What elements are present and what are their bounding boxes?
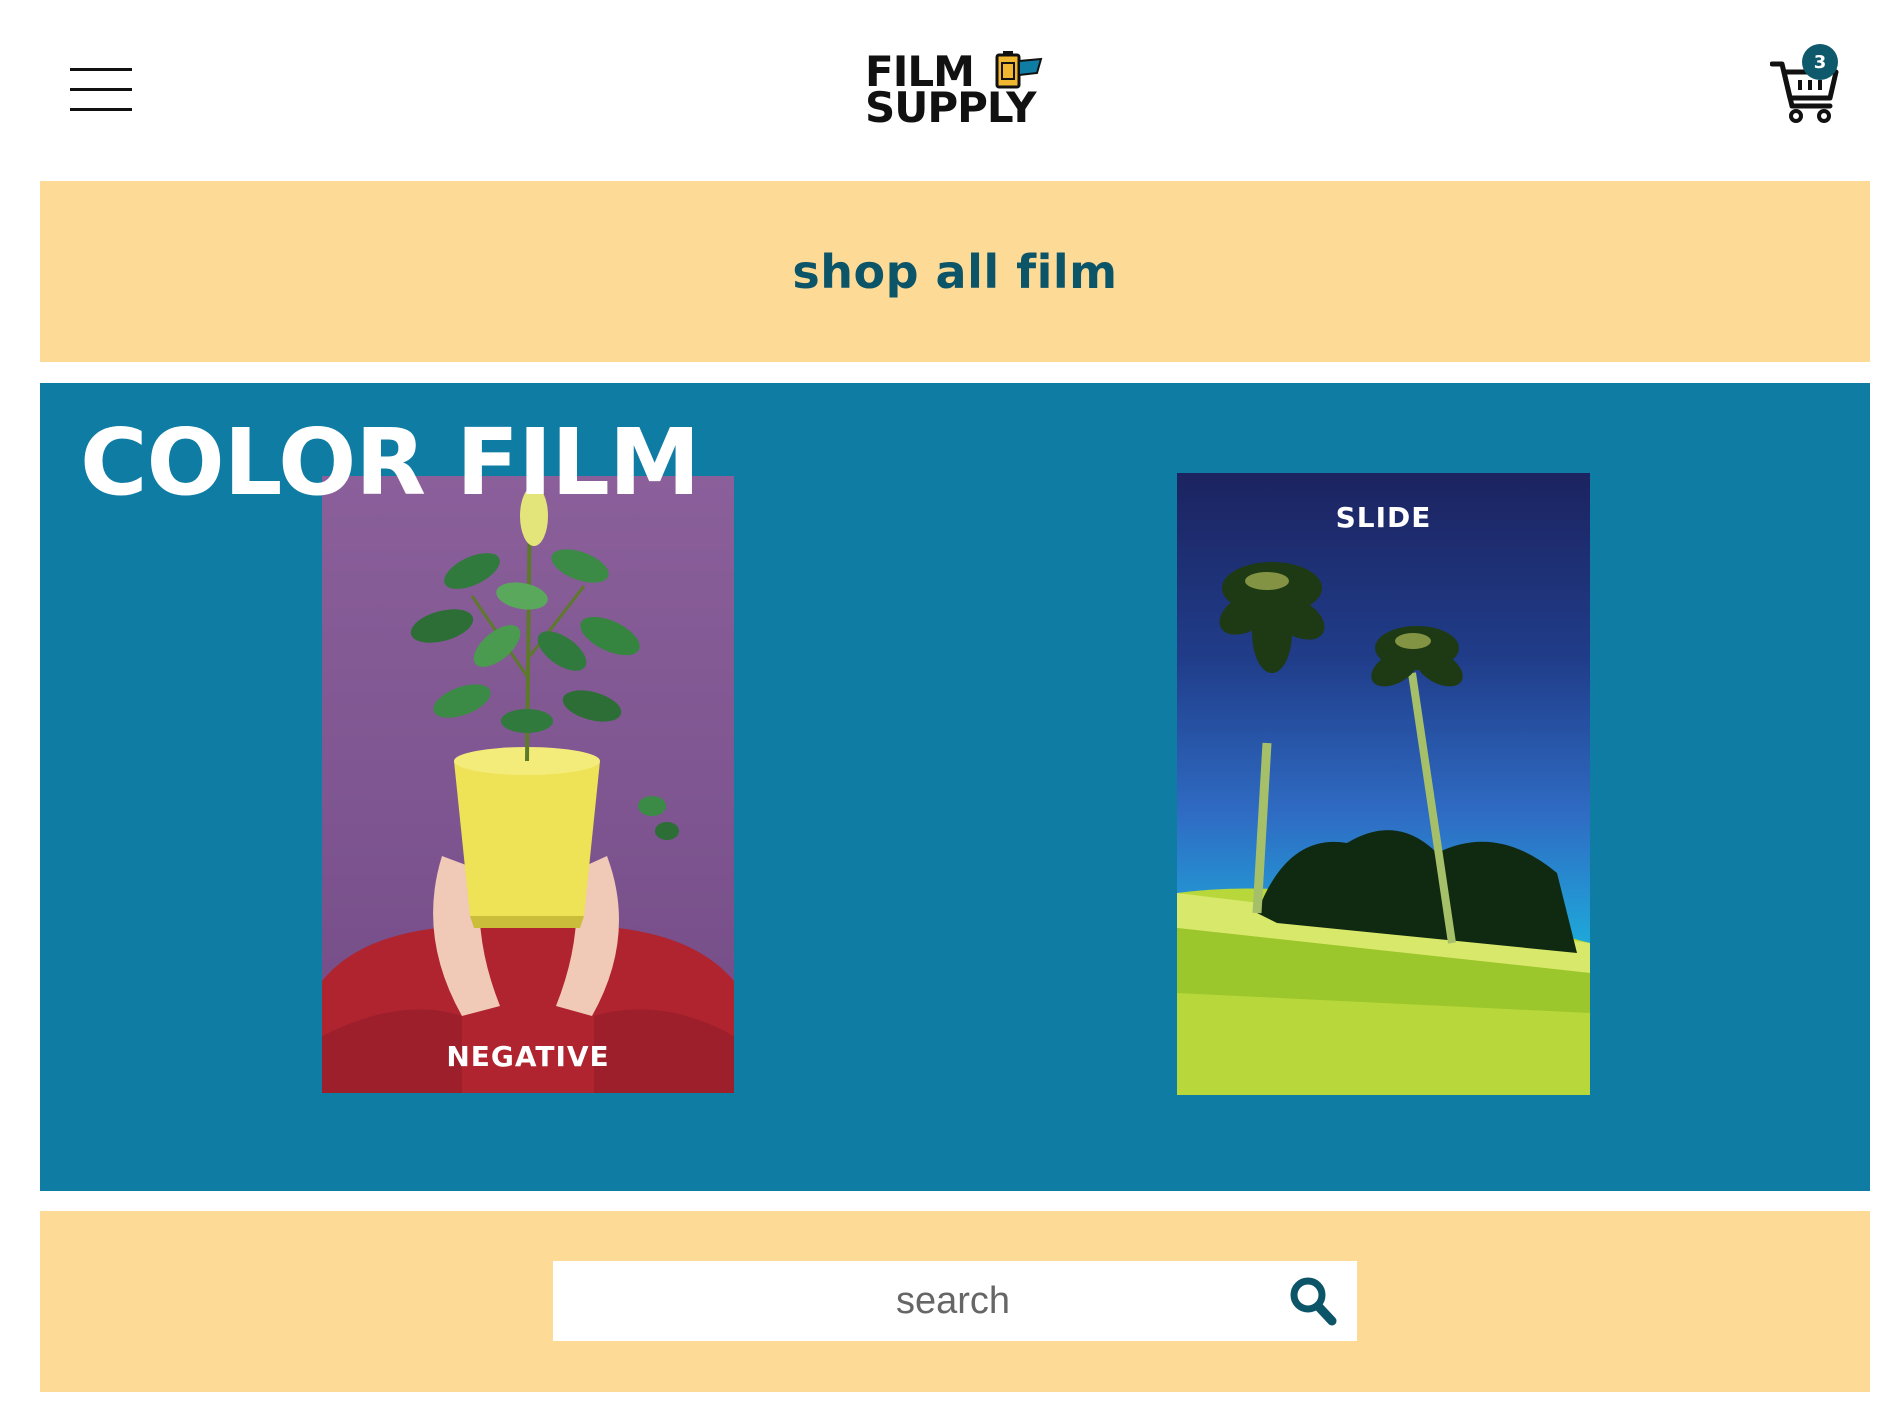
plant-photo-image <box>322 486 734 1093</box>
search-box <box>553 1261 1357 1341</box>
section-title: COLOR FILM <box>80 409 700 516</box>
search-input[interactable] <box>553 1261 1273 1341</box>
menu-line <box>70 68 132 71</box>
search-banner <box>40 1211 1870 1392</box>
site-header: FILM SUPPLY 3 <box>0 0 1900 180</box>
shop-all-banner: shop all film <box>40 181 1870 362</box>
color-film-section: COLOR FILM NEGATIVE SLIDE <box>40 383 1870 1191</box>
slide-card-label: SLIDE <box>1335 501 1432 534</box>
palm-trees-photo-image <box>1177 562 1590 1095</box>
shop-all-film-link[interactable]: shop all film <box>792 245 1117 299</box>
film-supply-logo[interactable]: FILM SUPPLY <box>863 51 1043 131</box>
hamburger-menu-icon[interactable] <box>70 68 132 112</box>
cart-button[interactable]: 3 <box>1769 40 1842 124</box>
slide-film-card[interactable]: SLIDE <box>1177 473 1590 1095</box>
negative-film-card[interactable]: NEGATIVE <box>322 476 734 1093</box>
menu-line <box>70 108 132 111</box>
film-canister-icon <box>995 51 1043 89</box>
cart-count-badge: 3 <box>1802 44 1838 80</box>
logo-line-2: SUPPLY <box>865 83 1037 132</box>
search-button[interactable] <box>1288 1275 1338 1327</box>
menu-line <box>70 88 132 91</box>
search-icon <box>1290 1277 1337 1326</box>
negative-card-label: NEGATIVE <box>446 1040 610 1073</box>
